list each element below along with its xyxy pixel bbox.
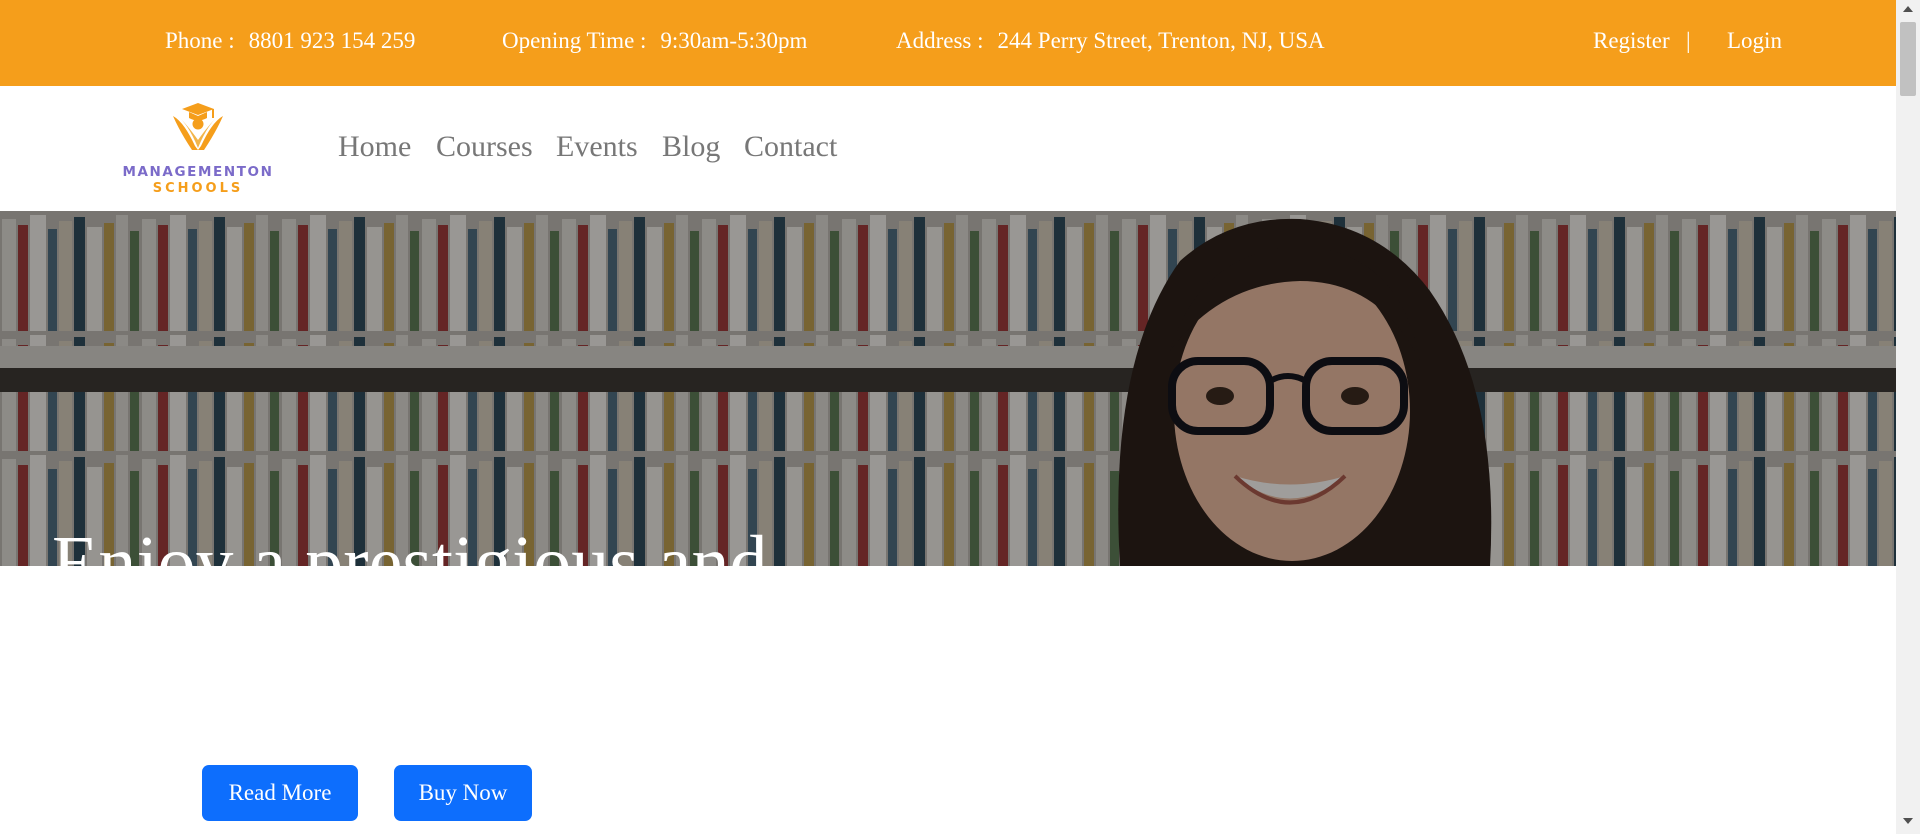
buy-now-button[interactable]: Buy Now: [394, 765, 532, 821]
scroll-up-arrow-icon[interactable]: [1903, 6, 1913, 12]
nav-contact[interactable]: Contact: [744, 130, 837, 164]
address-info: Address : 244 Perry Street, Trenton, NJ, …: [896, 28, 1325, 54]
register-link[interactable]: Register: [1593, 28, 1670, 54]
phone-value: 8801 923 154 259: [248, 28, 416, 53]
address-value: 244 Perry Street, Trenton, NJ, USA: [997, 28, 1325, 53]
main-navbar: MANAGEMENTON SCHOOLS Home Courses Events…: [0, 86, 1896, 211]
scrollbar-thumb[interactable]: [1900, 22, 1916, 96]
opening-time-value: 9:30am-5:30pm: [660, 28, 808, 53]
scroll-down-arrow-icon[interactable]: [1903, 818, 1913, 824]
read-more-button[interactable]: Read More: [202, 765, 358, 821]
graduation-logo-icon: [173, 103, 223, 150]
nav-blog[interactable]: Blog: [662, 130, 720, 164]
hero-banner: Enjoy a prestigious and: [0, 211, 1896, 566]
address-label: Address :: [896, 28, 984, 53]
nav-courses[interactable]: Courses: [436, 130, 533, 164]
logo-text-secondary: SCHOOLS: [152, 181, 244, 196]
auth-separator: |: [1686, 28, 1691, 53]
hero-overlay: [0, 211, 1896, 566]
login-link[interactable]: Login: [1727, 28, 1782, 54]
hero-title: Enjoy a prestigious and: [52, 521, 768, 566]
opening-time-label: Opening Time :: [502, 28, 647, 53]
phone-info: Phone : 8801 923 154 259: [165, 28, 415, 54]
nav-home[interactable]: Home: [338, 130, 411, 164]
site-logo[interactable]: MANAGEMENTON SCHOOLS: [118, 100, 278, 200]
logo-text-primary: MANAGEMENTON: [122, 164, 274, 180]
opening-time-info: Opening Time : 9:30am-5:30pm: [502, 28, 807, 54]
nav-events[interactable]: Events: [556, 130, 638, 164]
phone-label: Phone :: [165, 28, 235, 53]
top-info-bar: Phone : 8801 923 154 259 Opening Time : 9:…: [0, 0, 1896, 86]
page-scrollbar[interactable]: [1896, 0, 1920, 834]
